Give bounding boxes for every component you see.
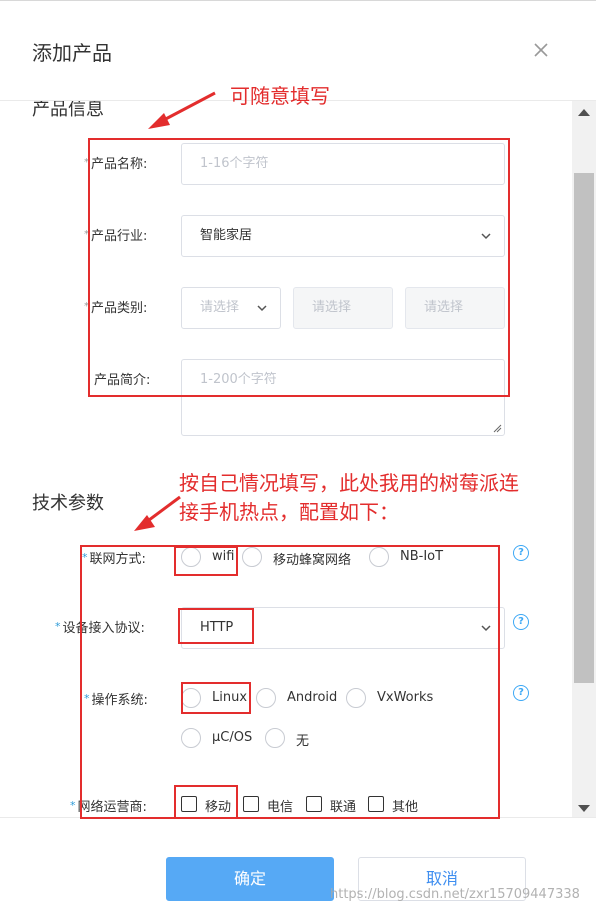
- confirm-button[interactable]: 确定: [166, 857, 334, 901]
- section-title-tech-params: 技术参数: [32, 493, 104, 514]
- chevron-down-icon: [481, 233, 491, 240]
- close-icon[interactable]: [530, 39, 552, 61]
- product-category-select-2: 请选择: [293, 287, 393, 329]
- help-icon[interactable]: ?: [513, 545, 529, 561]
- chevron-down-icon: [481, 625, 491, 632]
- product-category-select-1[interactable]: 请选择: [181, 287, 281, 329]
- network-option-cellular: 移动蜂窝网络: [273, 553, 352, 568]
- category-select-1-placeholder: 请选择: [200, 300, 240, 315]
- radio-os-none[interactable]: [265, 728, 285, 748]
- annotation-text-top: 可随意填写: [230, 84, 330, 108]
- product-intro-placeholder: 1-200个字符: [200, 372, 277, 387]
- scrollbar-thumb[interactable]: [574, 173, 594, 683]
- resize-grip-icon[interactable]: [492, 423, 502, 433]
- product-name-label: * 产品名称:: [84, 157, 148, 172]
- carrier-option-telecom: 电信: [267, 800, 294, 815]
- product-category-select-3: 请选择: [405, 287, 505, 329]
- os-option-linux: Linux: [212, 690, 248, 705]
- help-icon[interactable]: ?: [513, 685, 529, 701]
- scroll-down-arrow-icon[interactable]: [578, 805, 590, 812]
- network-option-nbiot: NB-IoT: [400, 549, 444, 564]
- product-intro-label: 产品简介:: [94, 373, 151, 388]
- add-product-dialog: 添加产品 产品信息 * 产品名称: 1-16个字符 * 产品行业: 智能家居 * 产品…: [0, 0, 596, 916]
- access-protocol-label: * 设备接入协议:: [55, 620, 145, 636]
- scrollbar[interactable]: [572, 101, 596, 817]
- os-option-none: 无: [296, 734, 310, 749]
- os-option-android: Android: [287, 690, 338, 705]
- product-industry-select[interactable]: 智能家居: [181, 215, 505, 257]
- radio-network-wifi[interactable]: [181, 547, 201, 567]
- dialog-title: 添加产品: [32, 41, 112, 65]
- help-icon[interactable]: ?: [513, 614, 529, 630]
- annotation-text-middle-line2: 接手机热点，配置如下：: [179, 500, 399, 524]
- product-industry-label: * 产品行业:: [84, 229, 148, 244]
- section-title-product-info: 产品信息: [32, 101, 104, 120]
- network-mode-label: * 联网方式:: [82, 551, 146, 567]
- carrier-option-mobile: 移动: [205, 800, 232, 815]
- access-protocol-select[interactable]: HTTP: [181, 607, 505, 649]
- carrier-label: * 网络运营商:: [70, 799, 147, 815]
- radio-network-nbiot[interactable]: [369, 547, 389, 567]
- radio-os-vxworks[interactable]: [346, 688, 366, 708]
- product-intro-textarea[interactable]: 1-200个字符: [181, 359, 505, 436]
- os-option-ucos: μC/OS: [212, 730, 253, 745]
- product-category-label: * 产品类别:: [84, 301, 148, 316]
- product-industry-value: 智能家居: [200, 228, 253, 243]
- annotation-text-middle-line1: 按自己情况填写，此处我用的树莓派连: [179, 471, 519, 495]
- carrier-option-unicom: 联通: [330, 800, 357, 815]
- radio-os-ucos[interactable]: [181, 728, 201, 748]
- os-label: * 操作系统:: [84, 692, 148, 708]
- chevron-down-icon: [257, 305, 267, 312]
- radio-os-linux[interactable]: [181, 688, 201, 708]
- radio-network-cellular[interactable]: [242, 547, 262, 567]
- os-option-vxworks: VxWorks: [377, 690, 434, 705]
- scroll-up-arrow-icon[interactable]: [578, 109, 590, 116]
- product-name-input[interactable]: 1-16个字符: [181, 143, 505, 185]
- checkbox-carrier-unicom[interactable]: [306, 796, 322, 812]
- carrier-option-other: 其他: [392, 800, 419, 815]
- dialog-body: 产品信息 * 产品名称: 1-16个字符 * 产品行业: 智能家居 * 产品类别: 请…: [0, 101, 572, 817]
- radio-os-android[interactable]: [256, 688, 276, 708]
- checkbox-carrier-telecom[interactable]: [243, 796, 259, 812]
- watermark: https://blog.csdn.net/zxr15709447338: [330, 887, 580, 902]
- access-protocol-value: HTTP: [200, 620, 234, 635]
- checkbox-carrier-other[interactable]: [368, 796, 384, 812]
- network-option-wifi: wifi: [212, 549, 235, 564]
- checkbox-carrier-mobile[interactable]: [181, 796, 197, 812]
